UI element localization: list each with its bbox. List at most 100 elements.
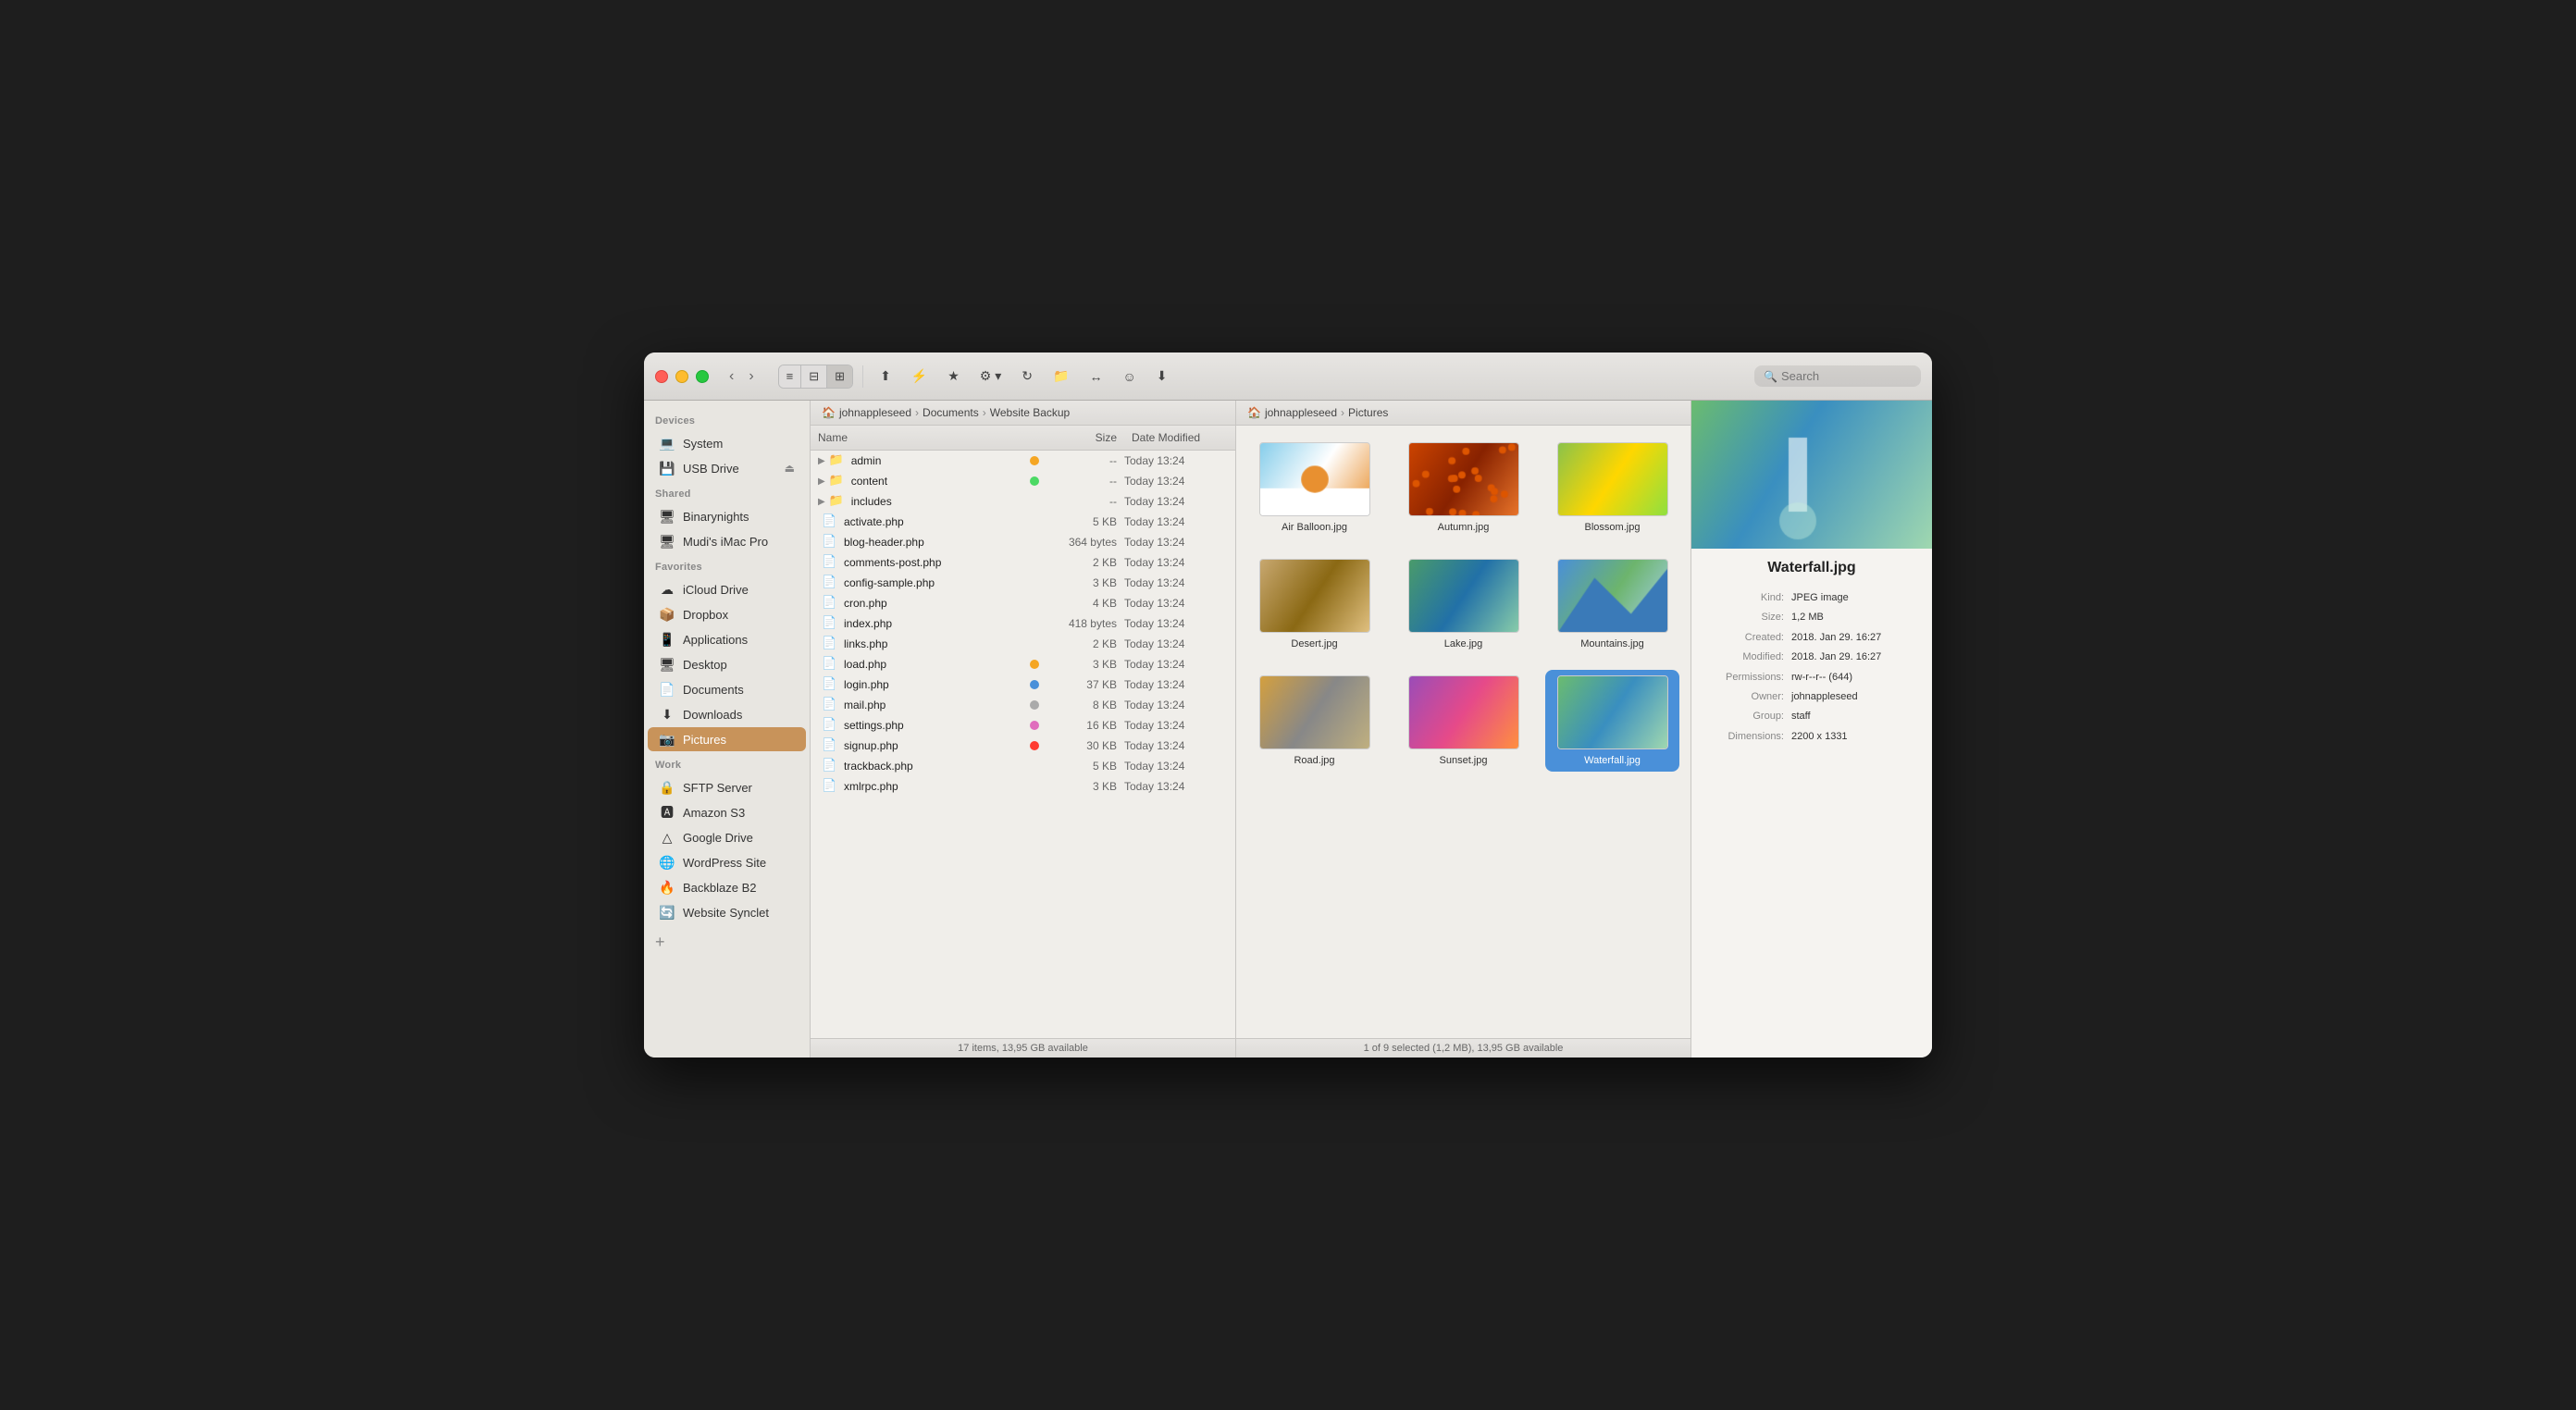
star-btn[interactable]: ★ [940,365,967,388]
forward-button[interactable]: › [743,365,759,389]
file-name: admin [851,454,1026,467]
sidebar-item-wordpress[interactable]: 🌐 WordPress Site [648,850,806,874]
add-location-button[interactable]: + [644,925,676,959]
toolbar-separator [862,365,863,388]
file-name: signup.php [844,739,1026,752]
sidebar-item-amazons3[interactable]: 🅰 Amazon S3 [648,800,806,824]
grid-item[interactable]: Lake.jpg [1396,553,1530,655]
path-user[interactable]: johnappleseed [839,406,911,419]
sidebar-item-websitesynclet[interactable]: 🔄 Website Synclet [648,900,806,924]
eject-button[interactable]: ⏏ [785,462,795,475]
thumbnail [1408,559,1519,633]
sidebar-item-documents-label: Documents [683,683,744,697]
file-date: Today 13:24 [1117,576,1228,589]
preview-filename: Waterfall.jpg [1703,560,1921,576]
grid-item[interactable]: Air Balloon.jpg [1247,437,1381,538]
path-documents[interactable]: Documents [923,406,979,419]
minimize-button[interactable] [675,370,688,383]
list-item[interactable]: 📄 signup.php 30 KB Today 13:24 [811,736,1235,756]
file-icon: 📄 [822,554,838,571]
gear-btn[interactable]: ⚙ ▾ [972,365,1009,388]
meta-row: Dimensions:2200 x 1331 [1703,730,1921,744]
meta-row: Group:staff [1703,710,1921,724]
meta-row: Modified:2018. Jan 29. 16:27 [1703,650,1921,664]
list-item[interactable]: 📄 cron.php 4 KB Today 13:24 [811,593,1235,613]
sidebar-item-googledrive[interactable]: △ Google Drive [648,825,806,849]
folder-icon: 📁 [829,493,846,510]
file-size: 16 KB [1043,719,1117,732]
col-name-header[interactable]: Name [811,429,1050,446]
sidebar-item-icloud[interactable]: ☁ iCloud Drive [648,577,806,601]
sidebar-item-dropbox-label: Dropbox [683,608,728,622]
view-icons-btn[interactable]: ⊞ [827,365,852,388]
sidebar-item-mudi[interactable]: 🖥 Mudi's iMac Pro [648,529,806,553]
airdrop-btn[interactable]: ↔ [1082,365,1109,388]
close-button[interactable] [655,370,668,383]
sidebar-item-binarynights[interactable]: 🖥 Binarynights [648,504,806,528]
sidebar-item-sftp[interactable]: 🔒 SFTP Server [648,775,806,799]
list-item[interactable]: ▶ 📁 content -- Today 13:24 [811,471,1235,491]
list-item[interactable]: 📄 xmlrpc.php 3 KB Today 13:24 [811,776,1235,797]
sidebar-item-pictures[interactable]: 📷 Pictures [648,727,806,751]
grid-item[interactable]: Waterfall.jpg [1545,670,1679,772]
download-btn[interactable]: ⬇ [1149,365,1175,388]
grid-item[interactable]: Autumn.jpg [1396,437,1530,538]
sidebar-item-usb[interactable]: 💾 USB Drive ⏏ [648,456,806,480]
list-item[interactable]: 📄 settings.php 16 KB Today 13:24 [811,715,1235,736]
share-btn[interactable]: ⬆ [873,365,898,388]
sidebar-item-pictures-label: Pictures [683,733,726,747]
list-item[interactable]: 📄 login.php 37 KB Today 13:24 [811,674,1235,695]
list-item[interactable]: 📄 links.php 2 KB Today 13:24 [811,634,1235,654]
center-path-pictures[interactable]: Pictures [1348,406,1388,419]
list-item[interactable]: 📄 trackback.php 5 KB Today 13:24 [811,756,1235,776]
center-path-user[interactable]: johnappleseed [1265,406,1337,419]
file-name: mail.php [844,699,1026,711]
sidebar-item-desktop[interactable]: 🖥 Desktop [648,652,806,676]
sidebar-item-downloads[interactable]: ⬇ Downloads [648,702,806,726]
grid-item[interactable]: Blossom.jpg [1545,437,1679,538]
sidebar-item-dropbox[interactable]: 📦 Dropbox [648,602,806,626]
list-item[interactable]: 📄 comments-post.php 2 KB Today 13:24 [811,552,1235,573]
file-tag-dot [1030,680,1039,689]
search-box[interactable]: 🔍 [1754,365,1921,387]
col-date-header[interactable]: Date Modified [1124,429,1235,446]
list-item[interactable]: 📄 index.php 418 bytes Today 13:24 [811,613,1235,634]
path-websitebackup[interactable]: Website Backup [990,406,1071,419]
back-button[interactable]: ‹ [724,365,739,389]
list-item[interactable]: 📄 mail.php 8 KB Today 13:24 [811,695,1235,715]
grid-item[interactable]: Desert.jpg [1247,553,1381,655]
list-item[interactable]: 📄 config-sample.php 3 KB Today 13:24 [811,573,1235,593]
view-columns-btn[interactable]: ⊟ [801,365,827,388]
list-item[interactable]: 📄 load.php 3 KB Today 13:24 [811,654,1235,674]
view-list-btn[interactable]: ≡ [779,365,802,388]
sidebar-item-applications-label: Applications [683,633,748,647]
meta-label: Permissions: [1703,671,1784,685]
maximize-button[interactable] [696,370,709,383]
thumbnail [1408,442,1519,516]
grid-item[interactable]: Road.jpg [1247,670,1381,772]
thumbnail [1408,675,1519,749]
sidebar-item-wordpress-label: WordPress Site [683,856,766,870]
list-item[interactable]: 📄 blog-header.php 364 bytes Today 13:24 [811,532,1235,552]
meta-value: 1,2 MB [1791,611,1921,625]
lightning-btn[interactable]: ⚡ [904,365,935,388]
sidebar-item-system[interactable]: 💻 System [648,431,806,455]
face-btn[interactable]: ☺ [1115,365,1143,388]
sidebar-item-documents[interactable]: 📄 Documents [648,677,806,701]
list-item[interactable]: 📄 activate.php 5 KB Today 13:24 [811,512,1235,532]
search-input[interactable] [1781,369,1912,383]
grid-item[interactable]: Mountains.jpg [1545,553,1679,655]
list-item[interactable]: ▶ 📁 includes -- Today 13:24 [811,491,1235,512]
sidebar-item-backblaze[interactable]: 🔥 Backblaze B2 [648,875,806,899]
file-icon: 📄 [822,615,838,632]
file-icon: 📄 [822,636,838,652]
sidebar-item-applications[interactable]: 📱 Applications [648,627,806,651]
grid-item[interactable]: Sunset.jpg [1396,670,1530,772]
col-size-header[interactable]: Size [1050,429,1124,446]
sidebar-item-system-label: System [683,437,723,451]
list-item[interactable]: ▶ 📁 admin -- Today 13:24 [811,451,1235,471]
thumbnail [1557,675,1668,749]
action-btn[interactable]: 📁 [1046,365,1076,388]
desktop-icon: 🖥 [659,656,675,673]
refresh-btn[interactable]: ↻ [1014,365,1040,388]
